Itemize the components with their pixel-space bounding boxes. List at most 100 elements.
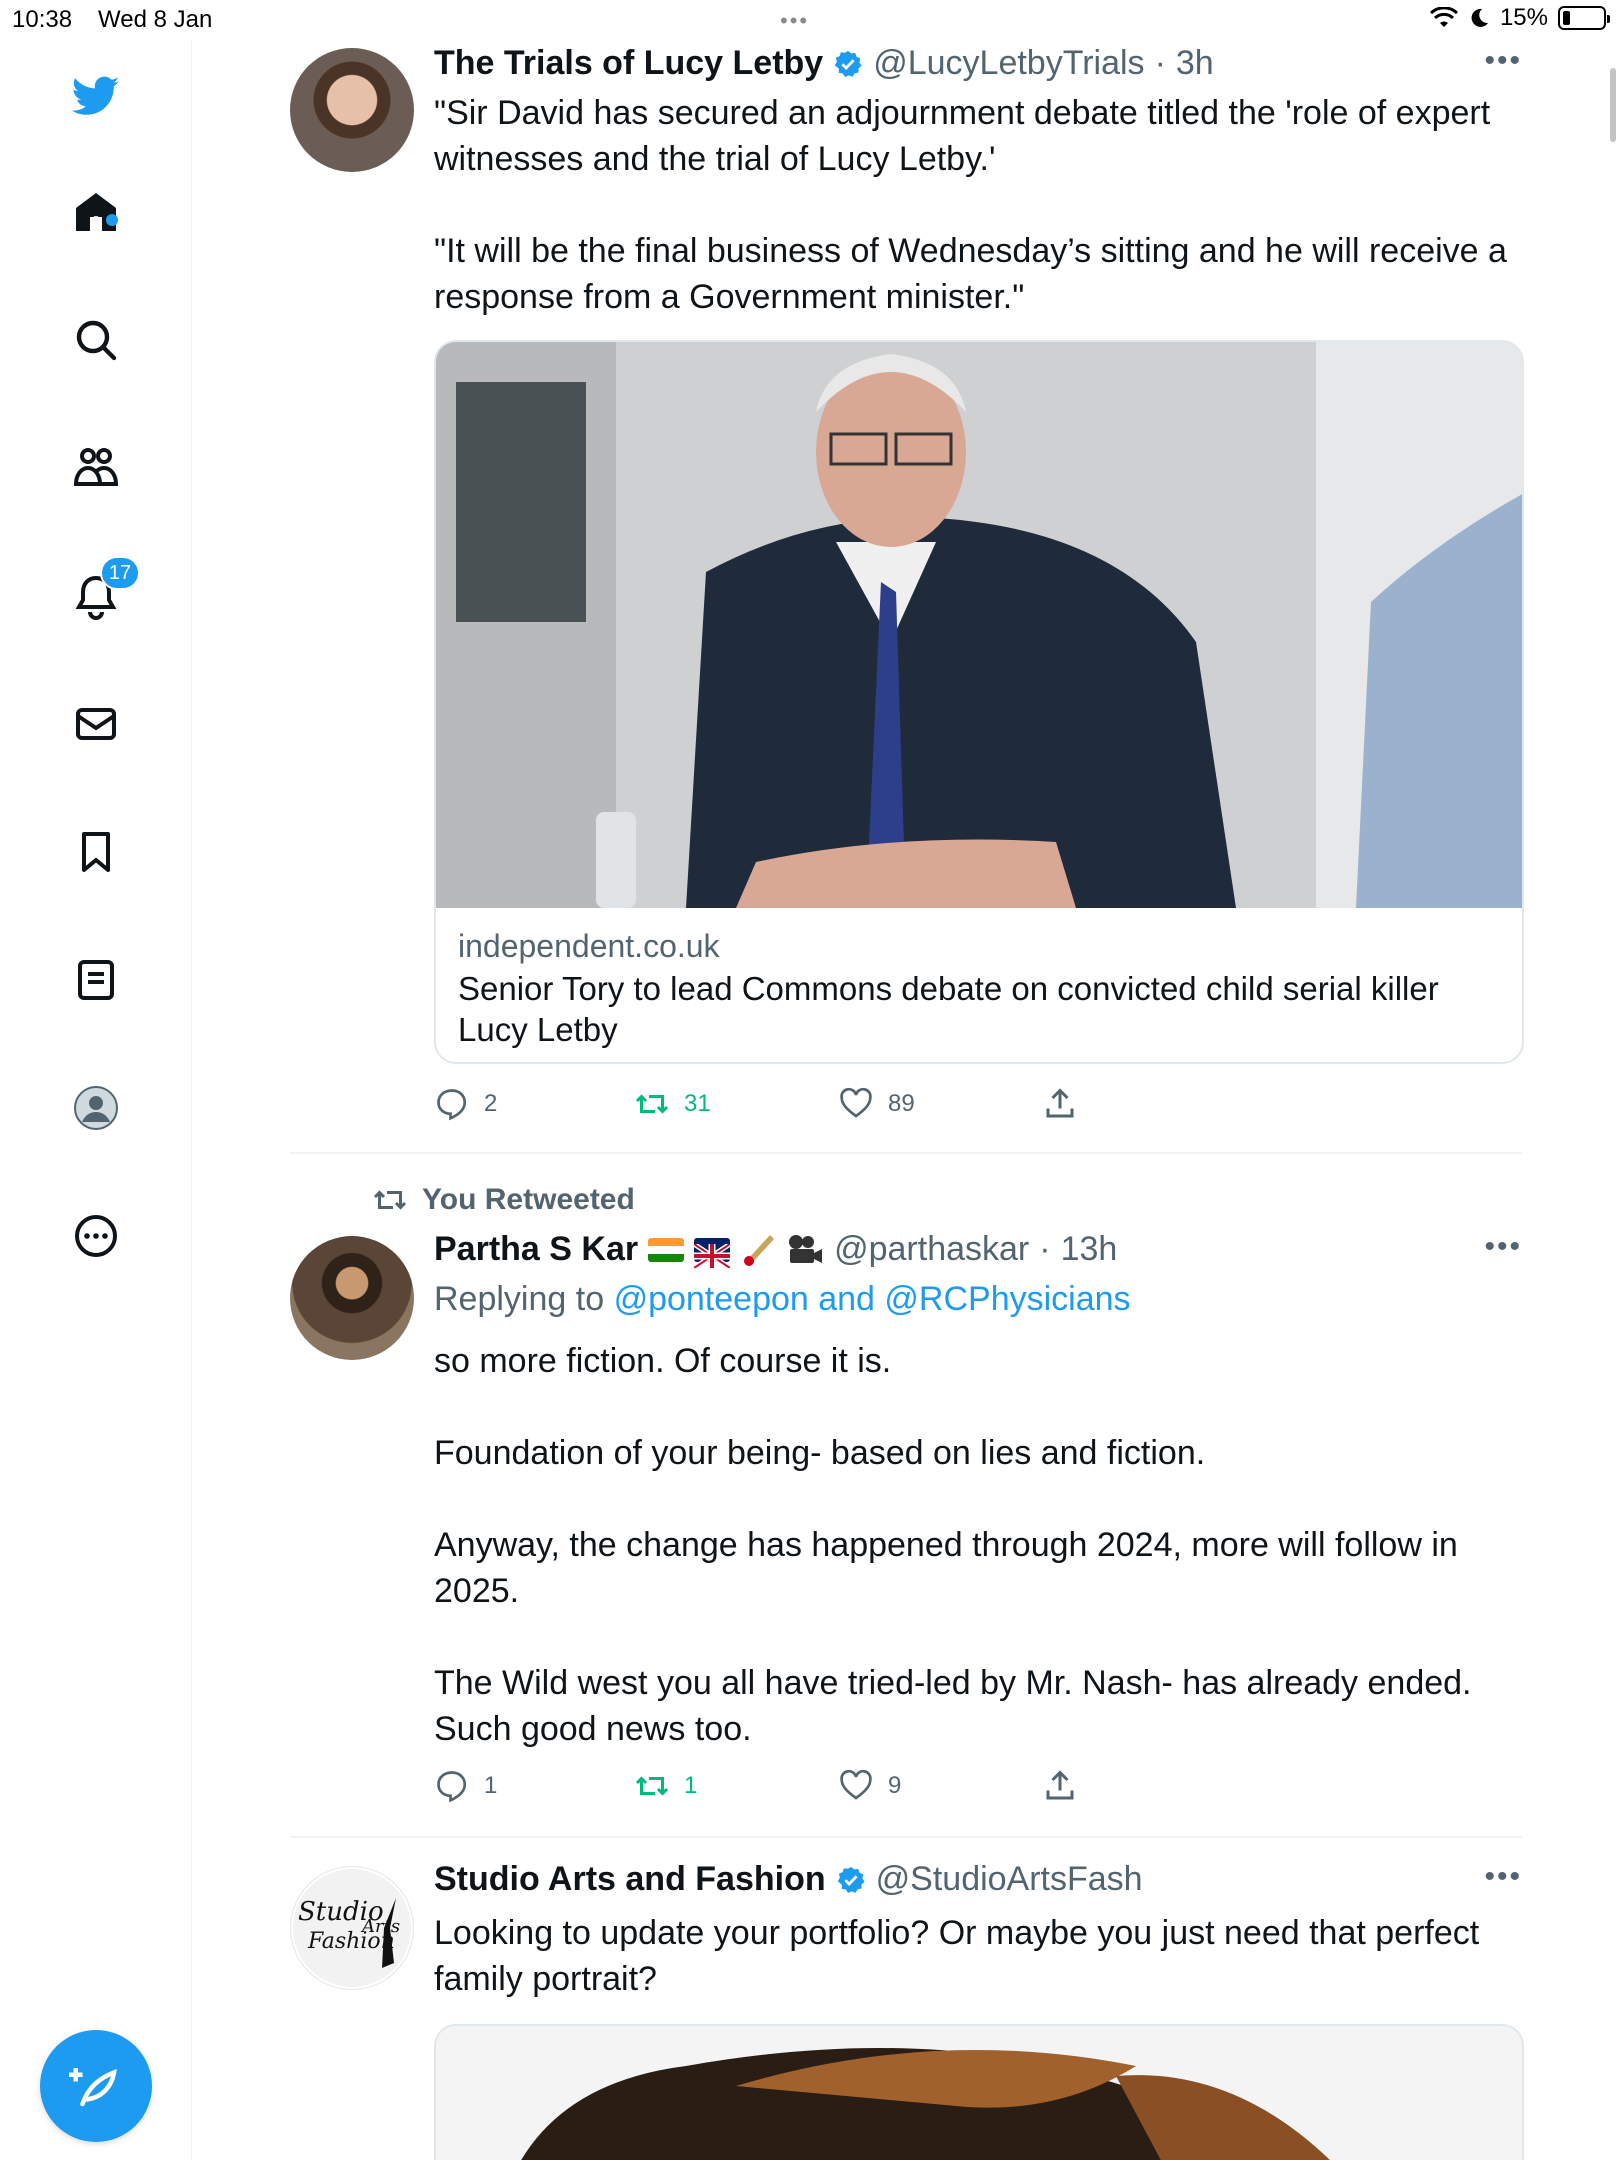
retweet-button[interactable]: 1	[634, 1768, 838, 1804]
status-right: 15%	[1429, 4, 1610, 32]
tweet-text: so more fiction. Of course it is. Founda…	[434, 1338, 1524, 1752]
tweet-actions: 1 1 9	[434, 1768, 1078, 1804]
replying-to-users-link[interactable]: @ponteepon and @RCPhysicians	[614, 1280, 1131, 1318]
communities-icon[interactable]	[66, 438, 126, 498]
tweet-paragraph: Foundation of your being- based on lies …	[434, 1434, 1206, 1472]
tweet[interactable]: You Retweeted Partha S Kar @parthaskar ·…	[290, 1180, 1522, 1820]
tweet-divider	[290, 1152, 1522, 1154]
lists-icon[interactable]	[66, 950, 126, 1010]
tweet-actions: 2 31 89	[434, 1086, 1078, 1122]
battery-icon	[1558, 6, 1610, 30]
scrollbar[interactable]	[1610, 68, 1616, 142]
tweet[interactable]: Studio Fashion Arts Studio Arts and Fash…	[290, 1860, 1524, 2160]
tweet-header: Studio Arts and Fashion @StudioArtsFash	[434, 1860, 1143, 1899]
link-card-title: Senior Tory to lead Commons debate on co…	[458, 970, 1439, 1048]
tweet-time[interactable]: 13h	[1061, 1230, 1118, 1269]
reply-button[interactable]: 1	[434, 1768, 634, 1804]
tweet-paragraph: "Sir David has secured an adjournment de…	[434, 94, 1491, 178]
tweet-author-avatar[interactable]: Studio Fashion Arts	[290, 1866, 414, 1990]
tweet-paragraph: "It will be the final business of Wednes…	[434, 232, 1507, 316]
share-icon	[1046, 1770, 1074, 1800]
retweet-button[interactable]: 31	[634, 1086, 838, 1122]
tweet-more-icon[interactable]: •••	[1484, 1230, 1522, 1264]
compose-tweet-button[interactable]	[40, 2030, 152, 2142]
reply-button[interactable]: 2	[434, 1086, 634, 1122]
separator-dot: ·	[1154, 44, 1166, 82]
verified-badge-icon	[837, 1866, 865, 1893]
status-time: 10:38	[12, 6, 73, 33]
home-icon[interactable]	[66, 182, 126, 242]
link-card-image	[436, 342, 1522, 908]
author-handle[interactable]: @parthaskar	[834, 1230, 1029, 1269]
share-button[interactable]	[1042, 1086, 1078, 1122]
wifi-icon	[1429, 7, 1458, 27]
retweet-count: 1	[684, 1772, 698, 1799]
reply-icon	[437, 1771, 467, 1803]
verified-badge-icon	[834, 50, 862, 77]
separator-dot: ·	[1039, 1230, 1051, 1268]
replying-to: Replying to @ponteepon and @RCPhysicians	[434, 1280, 1131, 1319]
tweet-more-icon[interactable]: •••	[1484, 1860, 1522, 1894]
link-card-domain: independent.co.uk	[458, 928, 720, 964]
portrait-photo	[436, 2026, 1522, 2160]
tweet-divider	[290, 1836, 1522, 1838]
sidebar: 17	[0, 40, 192, 2160]
uk-flag-icon	[692, 1237, 732, 1270]
notification-count-badge: 17	[100, 556, 140, 590]
like-button[interactable]: 89	[838, 1086, 1042, 1122]
tweet-paragraph: Anyway, the change has happened through …	[434, 1526, 1458, 1610]
tweet-more-icon[interactable]: •••	[1484, 44, 1522, 78]
svg-text:Arts: Arts	[360, 1916, 400, 1937]
article-photo	[436, 342, 1522, 908]
like-count: 89	[888, 1090, 915, 1117]
india-flag-icon	[648, 1237, 685, 1262]
link-card[interactable]: independent.co.uk Senior Tory to lead Co…	[434, 340, 1524, 1064]
reply-count: 2	[484, 1090, 498, 1117]
profile-avatar-icon[interactable]	[66, 1078, 126, 1138]
tweet-author-avatar[interactable]	[290, 48, 414, 172]
author-name[interactable]: Studio Arts and Fashion	[434, 1860, 826, 1899]
tweet-paragraph: Looking to update your portfolio? Or may…	[434, 1914, 1480, 1998]
author-handle[interactable]: @StudioArtsFash	[876, 1860, 1143, 1899]
heart-icon	[840, 1769, 872, 1800]
retweet-context-label: You Retweeted	[422, 1183, 635, 1216]
messages-envelope-icon[interactable]	[66, 694, 126, 754]
movie-camera-icon	[789, 1234, 823, 1263]
retweet-icon	[635, 1776, 669, 1796]
share-button[interactable]	[1042, 1768, 1078, 1804]
studio-arts-logo: Studio Fashion Arts	[293, 1869, 411, 1987]
retweet-icon	[635, 1094, 669, 1114]
heart-icon	[840, 1087, 872, 1118]
tweet-media[interactable]	[434, 2024, 1524, 2160]
search-icon[interactable]	[66, 310, 126, 370]
tweet-header: The Trials of Lucy Letby @LucyLetbyTrial…	[434, 44, 1214, 83]
bookmark-icon[interactable]	[66, 822, 126, 882]
tweet-header: Partha S Kar @parthaskar · 13h	[434, 1230, 1118, 1270]
like-button[interactable]: 9	[838, 1768, 1042, 1804]
like-count: 9	[888, 1772, 902, 1799]
reply-count: 1	[484, 1772, 498, 1799]
author-name[interactable]: The Trials of Lucy Letby	[434, 44, 823, 83]
status-bar: 10:38 Wed 8 Jan ••• 15%	[0, 0, 1620, 40]
status-date: Wed 8 Jan	[98, 6, 213, 33]
retweet-count: 31	[684, 1090, 711, 1117]
moon-icon	[1471, 8, 1488, 27]
reply-icon	[437, 1089, 467, 1121]
replying-to-prefix: Replying to	[434, 1280, 605, 1318]
tweet-text: Looking to update your portfolio? Or may…	[434, 1910, 1524, 2002]
battery-percent: 15%	[1499, 4, 1548, 31]
tweet-paragraph: The Wild west you all have tried-led by …	[434, 1664, 1472, 1748]
tweet-author-avatar[interactable]	[290, 1236, 414, 1360]
twitter-logo-icon[interactable]	[66, 66, 126, 126]
multitasking-handle[interactable]: •••	[780, 8, 809, 34]
share-icon	[1046, 1088, 1074, 1118]
author-handle[interactable]: @LucyLetbyTrials	[873, 44, 1144, 83]
author-name[interactable]: Partha S Kar	[434, 1230, 638, 1269]
tweet-time[interactable]: 3h	[1176, 44, 1214, 83]
tweet-text: "Sir David has secured an adjournment de…	[434, 90, 1524, 320]
more-options-icon[interactable]	[66, 1206, 126, 1266]
retweet-context: You Retweeted	[372, 1182, 635, 1218]
compose-feather-icon	[69, 2068, 117, 2107]
tweet[interactable]: The Trials of Lucy Letby @LucyLetbyTrial…	[290, 44, 1524, 1144]
retweeted-icon	[373, 1190, 407, 1210]
